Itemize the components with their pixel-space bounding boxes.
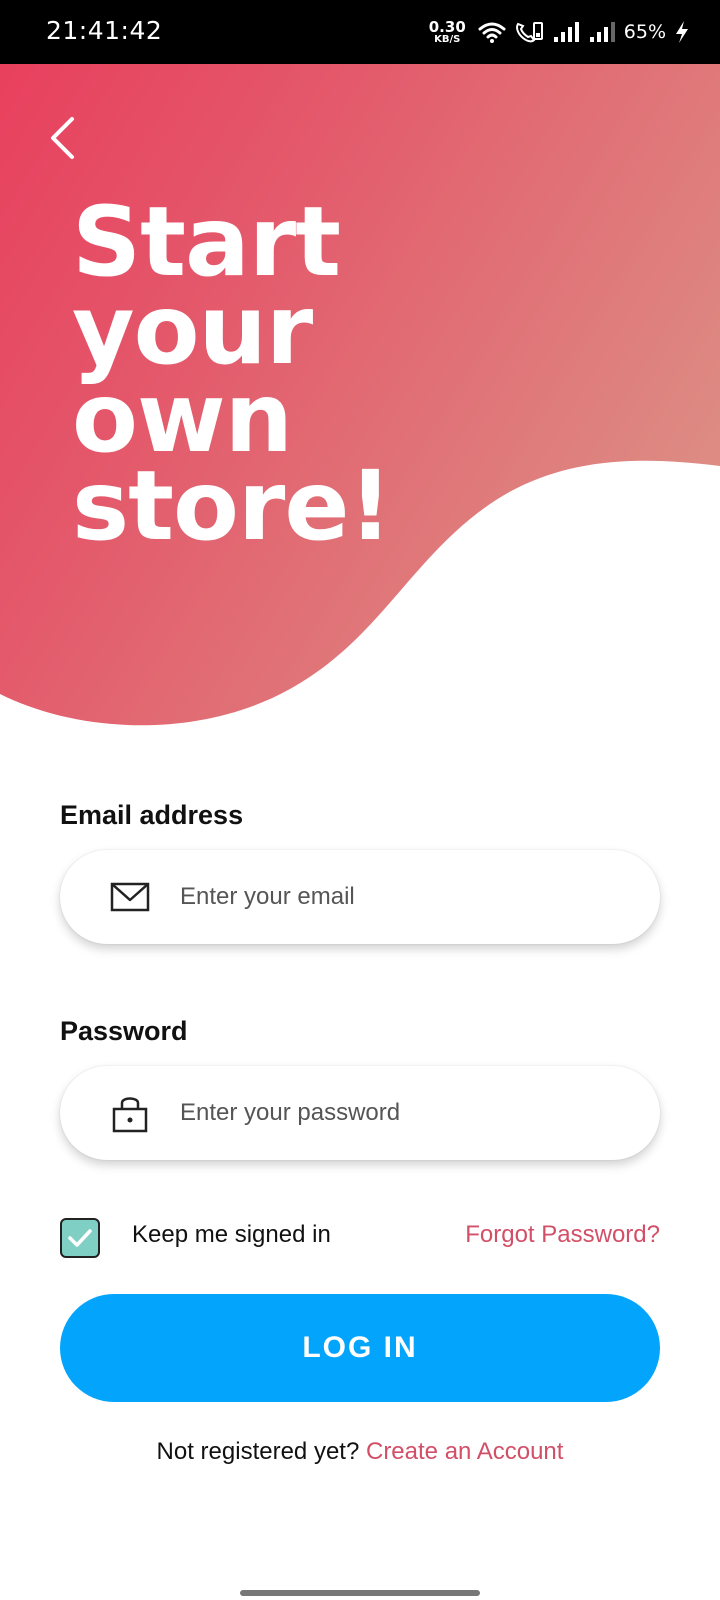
signal-icon	[589, 22, 615, 42]
signal-icon	[553, 22, 579, 42]
login-button[interactable]: LOG IN	[60, 1294, 660, 1402]
register-prompt: Not registered yet?	[156, 1438, 360, 1465]
wifi-icon	[478, 22, 506, 43]
register-row: Not registered yet? Create an Account	[0, 1438, 720, 1466]
network-speed-unit: KB/S	[434, 33, 461, 45]
page-headline: Start your own store!	[72, 186, 392, 562]
chevron-left-icon	[51, 117, 74, 159]
email-input[interactable]	[178, 882, 660, 912]
status-time: 21:41:42	[46, 16, 163, 45]
charging-icon	[676, 21, 688, 43]
volte-icon	[515, 22, 543, 43]
network-speed: 0.30 KB/S	[428, 17, 466, 45]
email-field[interactable]	[60, 850, 660, 944]
headline-line: own	[72, 362, 293, 474]
status-bar: 21:41:42 0.30 KB/S 65%	[0, 0, 720, 64]
home-indicator[interactable]	[240, 1590, 480, 1596]
battery-percent: 65%	[623, 21, 666, 43]
forgot-password-link[interactable]: Forgot Password?	[465, 1221, 660, 1249]
status-icons: 0.30 KB/S 65%	[429, 14, 690, 50]
email-label: Email address	[60, 800, 244, 830]
envelope-icon	[110, 882, 150, 912]
headline-line: Start	[72, 186, 341, 298]
keep-signed-in-row: Keep me signed in Forgot Password?	[60, 1218, 660, 1258]
network-speed-value: 0.30	[428, 17, 466, 36]
password-field[interactable]	[60, 1066, 660, 1160]
checkmark-icon	[68, 1229, 92, 1247]
lock-icon	[112, 1097, 148, 1133]
keep-signed-in-label: Keep me signed in	[132, 1221, 331, 1248]
back-button[interactable]	[40, 112, 84, 164]
password-input[interactable]	[178, 1098, 660, 1128]
create-account-link[interactable]: Create an Account	[366, 1438, 563, 1465]
headline-line: your	[72, 274, 313, 386]
keep-signed-in-checkbox[interactable]	[60, 1218, 100, 1258]
headline-line: store!	[72, 450, 392, 562]
password-label: Password	[60, 1016, 188, 1046]
